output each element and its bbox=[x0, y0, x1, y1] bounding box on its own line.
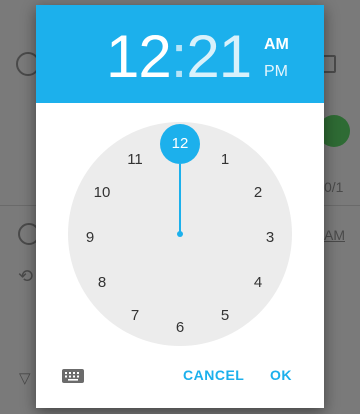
dial-number-9[interactable]: 9 bbox=[75, 228, 105, 248]
dial-number-6[interactable]: 6 bbox=[165, 318, 195, 338]
cancel-button[interactable]: CANCEL bbox=[183, 367, 244, 383]
pm-toggle[interactable]: PM bbox=[264, 63, 288, 81]
clock-center-dot bbox=[177, 231, 183, 237]
dial-number-3[interactable]: 3 bbox=[255, 228, 285, 248]
bg-filter-icon: ▽ bbox=[19, 370, 31, 387]
hour-display[interactable]: 12 bbox=[106, 23, 172, 90]
keyboard-icon[interactable] bbox=[62, 368, 84, 387]
clock-hand bbox=[179, 164, 181, 234]
dial-number-7[interactable]: 7 bbox=[120, 306, 150, 326]
minute-display[interactable]: 21 bbox=[186, 23, 252, 90]
dial-number-8[interactable]: 8 bbox=[87, 273, 117, 293]
ok-button[interactable]: OK bbox=[270, 367, 292, 383]
dial-number-11[interactable]: 11 bbox=[120, 150, 150, 170]
bg-divider bbox=[324, 205, 360, 206]
dial-number-4[interactable]: 4 bbox=[243, 273, 273, 293]
time-display: 12:21 bbox=[106, 27, 252, 87]
dial-number-5[interactable]: 5 bbox=[210, 306, 240, 326]
dial-number-1[interactable]: 1 bbox=[210, 150, 240, 170]
time-header: 12:21 AM PM bbox=[36, 5, 324, 103]
time-separator: : bbox=[170, 23, 188, 90]
bg-divider bbox=[0, 205, 36, 206]
bg-repeat-icon: ⟲ bbox=[18, 266, 34, 286]
bg-date-fragment: 0/1 bbox=[324, 179, 344, 195]
bg-time-fragment: AM bbox=[324, 227, 345, 243]
dial-number-2[interactable]: 2 bbox=[243, 183, 273, 203]
time-picker-dialog: 12:21 AM PM 1 2 3 4 5 6 7 8 9 10 11 12 C… bbox=[36, 5, 324, 408]
am-toggle[interactable]: AM bbox=[264, 36, 289, 54]
dial-number-10[interactable]: 10 bbox=[87, 183, 117, 203]
dial-number-12[interactable]: 12 bbox=[160, 134, 200, 154]
